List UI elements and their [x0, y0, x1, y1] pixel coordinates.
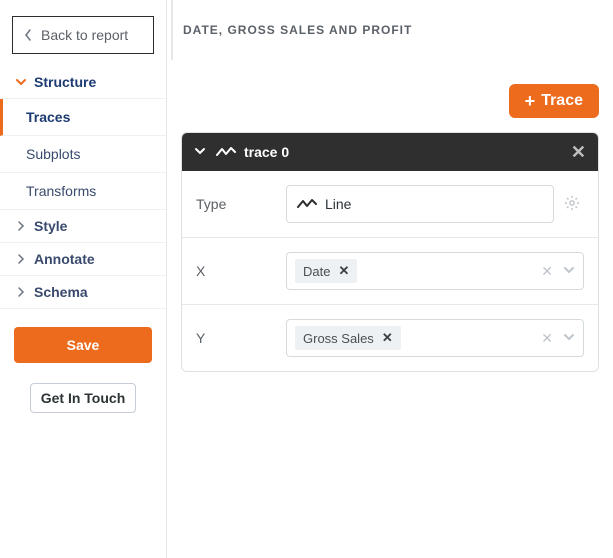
chevron-down-icon[interactable] — [563, 330, 575, 346]
trace-panel-header[interactable]: trace 0 ✕ — [182, 133, 598, 171]
sidebar-section-structure[interactable]: Structure — [0, 66, 166, 99]
clear-icon[interactable]: ✕ — [541, 263, 553, 280]
chevron-down-icon — [14, 76, 28, 88]
structure-subitems: Traces Subplots Transforms — [0, 99, 166, 210]
field-y: Y Gross Sales ✕ ✕ — [182, 305, 598, 371]
page-title: DATE, GROSS SALES AND PROFIT — [183, 23, 412, 37]
section-label: Structure — [34, 74, 96, 90]
add-trace-label: Trace — [541, 92, 583, 110]
clear-icon[interactable]: ✕ — [541, 330, 553, 347]
close-icon[interactable]: ✕ — [571, 142, 586, 163]
remove-tag-icon[interactable]: ✕ — [338, 263, 349, 279]
trace-panel: trace 0 ✕ Type Line — [181, 132, 599, 372]
sidebar-item-label: Traces — [26, 109, 70, 125]
trace-panel-body: Type Line X — [182, 171, 598, 371]
x-select[interactable]: Date ✕ ✕ — [286, 252, 584, 290]
trace-panel-title: trace 0 — [244, 144, 289, 160]
y-tag: Gross Sales ✕ — [295, 326, 401, 350]
x-tag-label: Date — [303, 264, 330, 279]
field-type-label: Type — [196, 196, 286, 212]
sidebar-section-style[interactable]: Style — [0, 210, 166, 243]
type-select[interactable]: Line — [286, 185, 554, 223]
sidebar-item-label: Transforms — [26, 183, 96, 199]
back-to-report-button[interactable]: Back to report — [12, 16, 154, 54]
section-label: Style — [34, 218, 67, 234]
back-label: Back to report — [41, 27, 128, 43]
remove-tag-icon[interactable]: ✕ — [382, 330, 393, 346]
type-value: Line — [325, 196, 351, 212]
field-y-label: Y — [196, 330, 286, 346]
chevron-right-icon — [14, 253, 28, 265]
sidebar-item-transforms[interactable]: Transforms — [0, 173, 166, 210]
chevron-down-icon — [194, 144, 206, 160]
page-header: DATE, GROSS SALES AND PROFIT — [171, 0, 599, 60]
save-button[interactable]: Save — [14, 327, 152, 363]
chevron-right-icon — [14, 286, 28, 298]
sidebar-item-traces[interactable]: Traces — [0, 99, 166, 136]
plus-icon: + — [525, 92, 536, 110]
line-chart-icon — [297, 197, 317, 211]
line-chart-icon — [216, 145, 236, 159]
sidebar-section-annotate[interactable]: Annotate — [0, 243, 166, 276]
section-label: Annotate — [34, 251, 95, 267]
y-tag-label: Gross Sales — [303, 331, 374, 346]
add-trace-button[interactable]: + Trace — [509, 84, 599, 118]
y-select[interactable]: Gross Sales ✕ ✕ — [286, 319, 584, 357]
chevron-left-icon — [23, 28, 33, 42]
field-x-label: X — [196, 263, 286, 279]
toolbar: + Trace — [167, 60, 599, 132]
sidebar: Back to report Structure Traces Subplots… — [0, 0, 167, 558]
field-x: X Date ✕ ✕ — [182, 238, 598, 305]
sidebar-item-label: Subplots — [26, 146, 80, 162]
get-in-touch-button[interactable]: Get In Touch — [30, 383, 136, 413]
chevron-right-icon — [14, 220, 28, 232]
get-in-touch-label: Get In Touch — [41, 390, 126, 406]
gear-icon[interactable] — [560, 195, 584, 214]
section-label: Schema — [34, 284, 88, 300]
sidebar-section-schema[interactable]: Schema — [0, 276, 166, 309]
save-label: Save — [67, 337, 100, 353]
sidebar-item-subplots[interactable]: Subplots — [0, 136, 166, 173]
x-tag: Date ✕ — [295, 259, 357, 283]
chevron-down-icon[interactable] — [563, 263, 575, 279]
main-content: DATE, GROSS SALES AND PROFIT + Trace tra… — [167, 0, 613, 558]
field-type: Type Line — [182, 171, 598, 238]
